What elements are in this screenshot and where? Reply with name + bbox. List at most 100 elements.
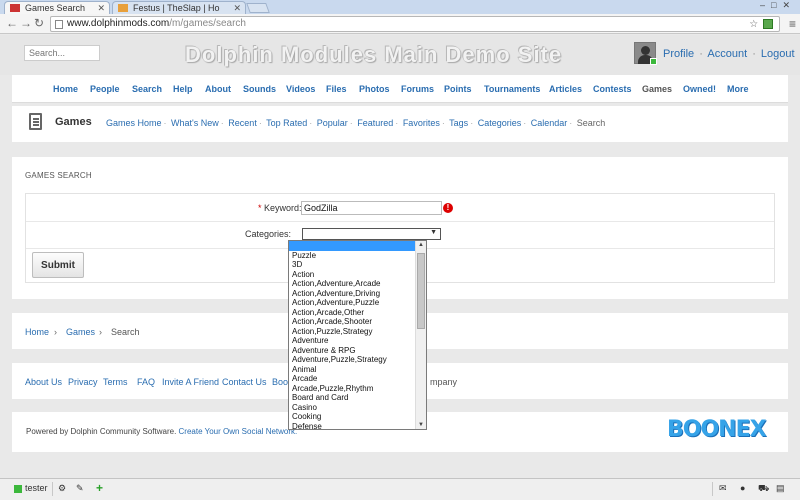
mail-icon[interactable]: ✉: [719, 483, 727, 494]
scroll-down-icon[interactable]: ▼: [418, 422, 424, 428]
create-network-link[interactable]: Create Your Own Social Network.: [179, 427, 298, 436]
browser-menu-icon[interactable]: ≡: [789, 17, 796, 31]
category-option[interactable]: Action,Adventure,Arcade: [289, 279, 416, 289]
scrollbar-thumb[interactable]: [417, 253, 425, 329]
nav-people[interactable]: People: [90, 84, 120, 94]
extension-icon[interactable]: [763, 19, 773, 30]
nav-help[interactable]: Help: [173, 84, 193, 94]
submit-button[interactable]: Submit: [32, 252, 84, 278]
browser-tab-games-search[interactable]: Games Search ✕: [4, 1, 110, 14]
address-bar[interactable]: www.dolphinmods.com/m/games/search ☆: [50, 16, 780, 32]
submenu-title: Games: [55, 116, 92, 128]
category-options: Puzzle 3D Action Action,Adventure,Arcade…: [289, 241, 416, 430]
logout-link[interactable]: Logout: [761, 48, 795, 60]
nav-home[interactable]: Home: [53, 84, 78, 94]
category-option[interactable]: Action,Puzzle,Strategy: [289, 327, 416, 337]
submenu-games-home[interactable]: Games Home: [106, 118, 162, 128]
site-title: Dolphin Modules Main Demo Site: [185, 42, 563, 67]
submenu-tags[interactable]: Tags: [449, 118, 468, 128]
submenu-recent[interactable]: Recent: [228, 118, 257, 128]
browser-tabstrip: Games Search ✕ Festus | TheSlap | Ho ✕ –…: [0, 0, 800, 14]
category-option[interactable]: Action: [289, 270, 416, 280]
category-option[interactable]: 3D: [289, 260, 416, 270]
submenu-calendar[interactable]: Calendar: [531, 118, 568, 128]
category-option[interactable]: Cooking: [289, 412, 416, 422]
user-status-icon: [14, 485, 22, 493]
footer-terms[interactable]: Terms: [103, 377, 128, 387]
reload-icon[interactable]: ↻: [34, 16, 44, 30]
categories-select[interactable]: ▼: [302, 228, 441, 240]
edit-icon[interactable]: ✎: [76, 483, 84, 494]
category-option[interactable]: Action,Adventure,Puzzle: [289, 298, 416, 308]
submenu-popular[interactable]: Popular: [317, 118, 348, 128]
category-option[interactable]: Adventure: [289, 336, 416, 346]
nav-tournaments[interactable]: Tournaments: [484, 84, 540, 94]
forward-icon[interactable]: →: [20, 16, 32, 30]
category-option[interactable]: Defense: [289, 422, 416, 430]
categories-dropdown-list[interactable]: Puzzle 3D Action Action,Adventure,Arcade…: [288, 240, 427, 430]
user-icon[interactable]: ●: [740, 483, 745, 493]
dropdown-scrollbar[interactable]: ▲ ▼: [415, 241, 426, 429]
window-controls[interactable]: –□✕: [760, 0, 796, 11]
footer-faq[interactable]: FAQ: [137, 377, 155, 387]
category-option[interactable]: Board and Card: [289, 393, 416, 403]
nav-about[interactable]: About: [205, 84, 231, 94]
footer-invite-friend[interactable]: Invite A Friend: [162, 377, 219, 387]
boonex-logo[interactable]: BOONEX: [667, 417, 767, 442]
settings-gear-icon[interactable]: ⚙: [58, 483, 66, 494]
omnibox-actions: ☆: [749, 18, 775, 32]
tab-close-icon[interactable]: ✕: [233, 2, 241, 14]
category-option[interactable]: Action,Arcade,Other: [289, 308, 416, 318]
profile-link[interactable]: Profile: [663, 48, 694, 60]
nav-sounds[interactable]: Sounds: [243, 84, 276, 94]
submenu-whats-new[interactable]: What's New: [171, 118, 219, 128]
nav-owned[interactable]: Owned!: [683, 84, 716, 94]
nav-games[interactable]: Games: [642, 84, 672, 94]
submenu-top-rated[interactable]: Top Rated: [266, 118, 307, 128]
add-icon[interactable]: +: [96, 481, 103, 495]
submenu-categories[interactable]: Categories: [478, 118, 522, 128]
category-option-empty[interactable]: [289, 241, 416, 251]
user-links: Profile · Account · Logout: [663, 48, 795, 60]
category-option[interactable]: Arcade,Puzzle,Rhythm: [289, 384, 416, 394]
category-option[interactable]: Adventure,Puzzle,Strategy: [289, 355, 416, 365]
bottom-user-name[interactable]: tester: [25, 483, 48, 493]
category-option[interactable]: Adventure & RPG: [289, 346, 416, 356]
tab-close-icon[interactable]: ✕: [97, 2, 105, 14]
cart-icon[interactable]: ⛟: [758, 483, 769, 495]
nav-search[interactable]: Search: [132, 84, 162, 94]
account-link[interactable]: Account: [707, 48, 747, 60]
browser-tab-festus[interactable]: Festus | TheSlap | Ho ✕: [112, 1, 246, 14]
breadcrumb-games[interactable]: Games: [66, 327, 95, 337]
category-option[interactable]: Arcade: [289, 374, 416, 384]
breadcrumb-home[interactable]: Home: [25, 327, 49, 337]
footer-about-us[interactable]: About Us: [25, 377, 62, 387]
nav-articles[interactable]: Articles: [549, 84, 582, 94]
star-icon[interactable]: ☆: [749, 19, 758, 30]
nav-videos[interactable]: Videos: [286, 84, 315, 94]
breadcrumb-separator: ›: [99, 327, 102, 337]
options-icon[interactable]: ▤: [776, 483, 785, 494]
category-option[interactable]: Animal: [289, 365, 416, 375]
nav-more[interactable]: More: [727, 84, 749, 94]
nav-photos[interactable]: Photos: [359, 84, 390, 94]
category-option[interactable]: Action,Arcade,Shooter: [289, 317, 416, 327]
category-option[interactable]: Casino: [289, 403, 416, 413]
nav-points[interactable]: Points: [444, 84, 472, 94]
new-tab-button[interactable]: [246, 3, 270, 13]
submenu-featured[interactable]: Featured: [357, 118, 393, 128]
nav-forums[interactable]: Forums: [401, 84, 434, 94]
submenu-favorites[interactable]: Favorites: [403, 118, 440, 128]
nav-files[interactable]: Files: [326, 84, 347, 94]
scroll-up-icon[interactable]: ▲: [418, 242, 424, 248]
category-option[interactable]: Action,Adventure,Driving: [289, 289, 416, 299]
category-option[interactable]: Puzzle: [289, 251, 416, 261]
footer-contact-us[interactable]: Contact Us: [222, 377, 267, 387]
footer-privacy[interactable]: Privacy: [68, 377, 98, 387]
nav-contests[interactable]: Contests: [593, 84, 632, 94]
avatar[interactable]: [634, 42, 657, 65]
site-search-input[interactable]: [24, 45, 100, 61]
keyword-input[interactable]: [301, 201, 442, 215]
row-divider: [26, 221, 774, 222]
back-icon[interactable]: ←: [6, 16, 18, 30]
